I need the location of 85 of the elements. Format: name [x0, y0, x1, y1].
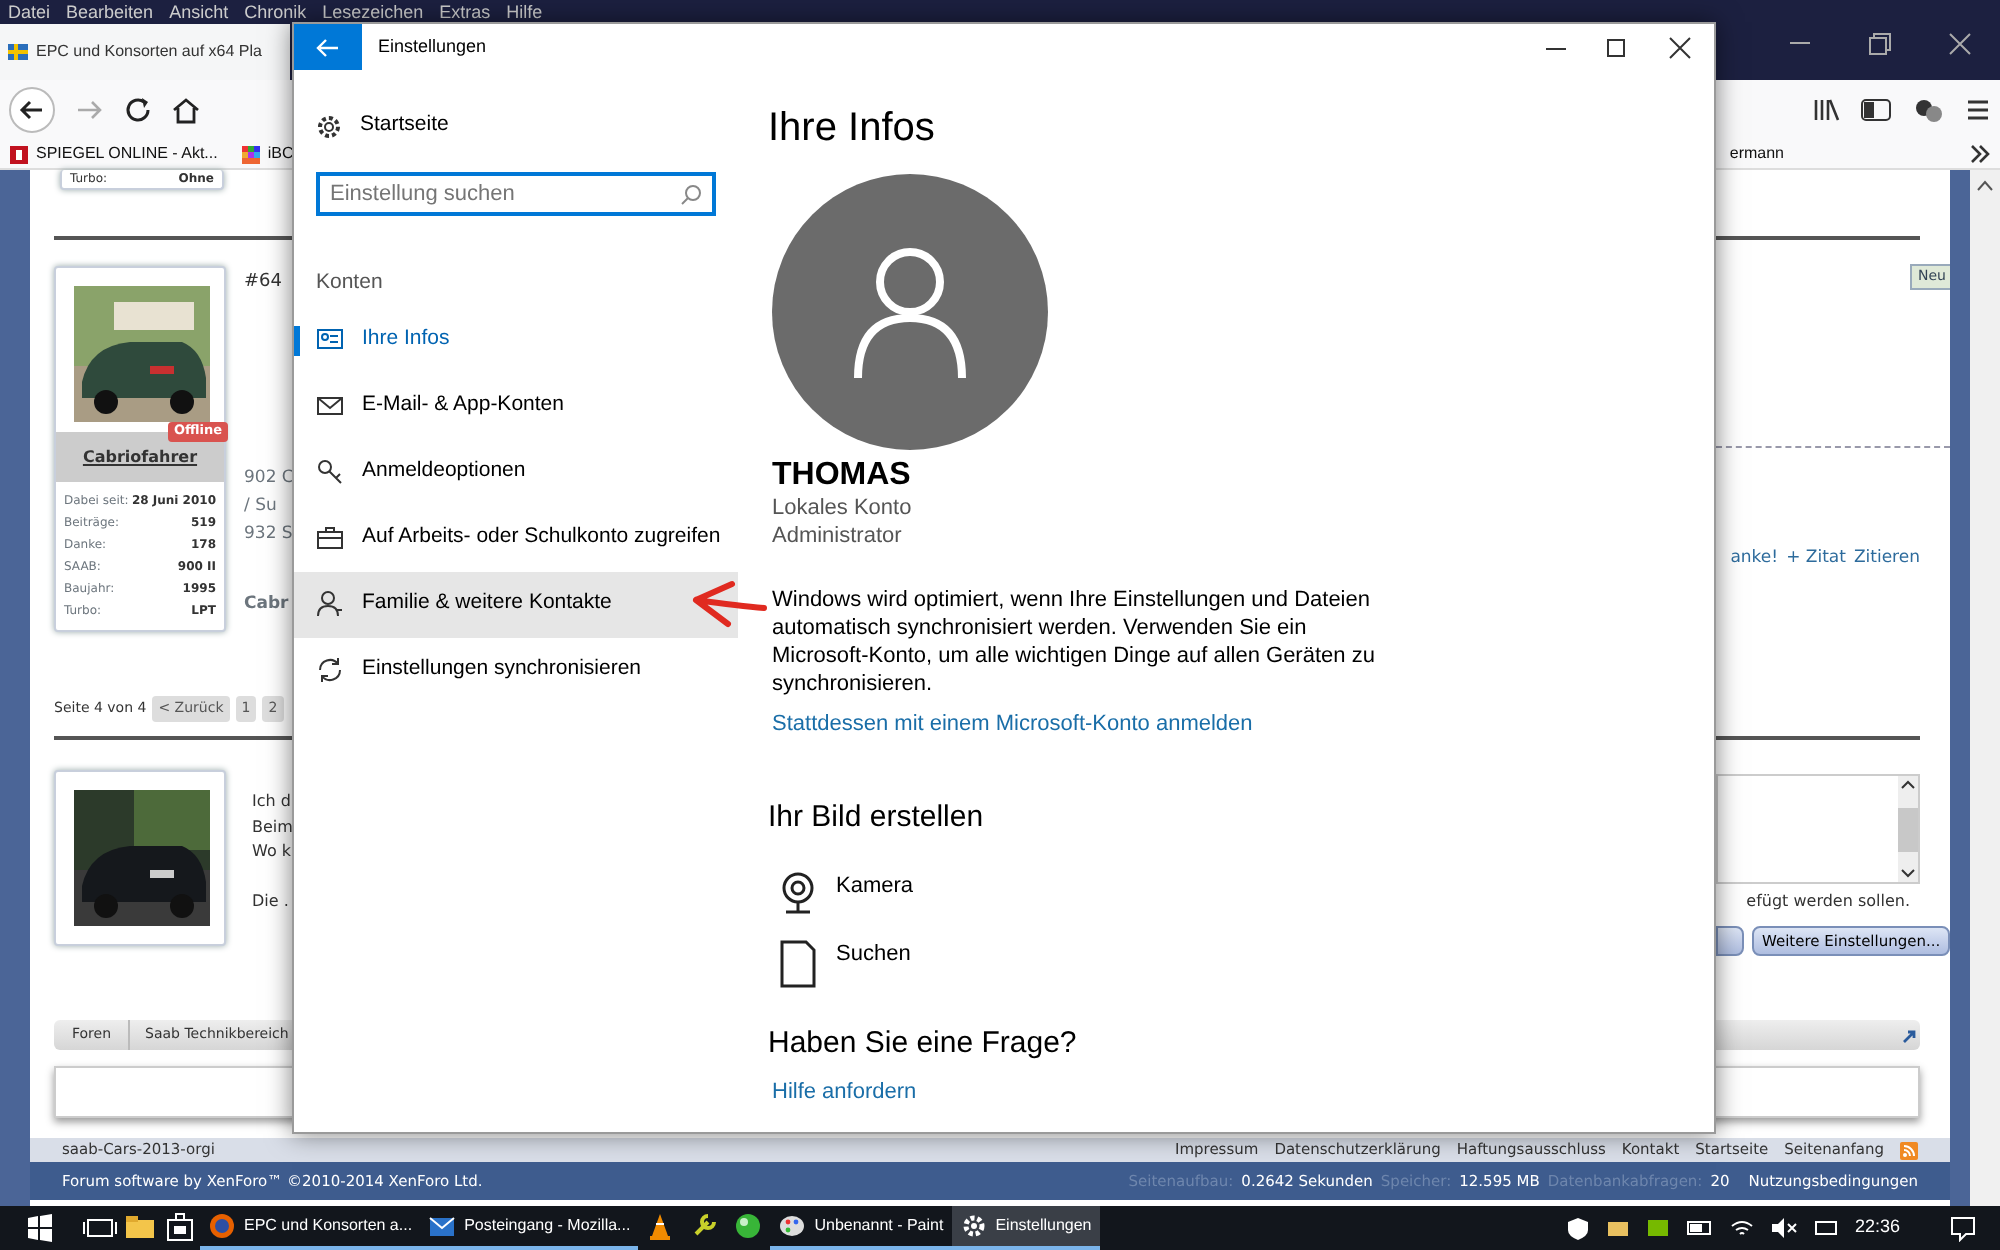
- traffic-cone-icon: [646, 1212, 675, 1240]
- home-icon[interactable]: [172, 96, 200, 124]
- nav-item[interactable]: Auf Arbeits- oder Schulkonto zugreifen: [294, 505, 738, 572]
- back-arrow-icon: [316, 37, 340, 57]
- search-field[interactable]: Einstellung suchen: [316, 172, 716, 216]
- wrench-icon: [690, 1212, 719, 1240]
- expand-icon[interactable]: [1900, 1025, 1920, 1045]
- battery-icon[interactable]: [1686, 1216, 1715, 1240]
- bookmark[interactable]: SPIEGEL ONLINE - Akt...: [10, 142, 218, 166]
- nav-item[interactable]: Anmeldeoptionen: [294, 439, 738, 506]
- overflow-icon[interactable]: [1968, 142, 1992, 166]
- menu-item[interactable]: Extras: [439, 0, 491, 24]
- tab-title: EPC und Konsorten auf x64 Pla: [36, 40, 262, 64]
- palette-icon: [778, 1212, 807, 1240]
- flag-icon: [8, 44, 28, 60]
- window-title: Einstellungen: [378, 33, 487, 60]
- nav-item[interactable]: Familie & weitere Kontakte: [294, 571, 738, 638]
- bookmark-icon: [241, 145, 260, 163]
- menu-item[interactable]: Datei: [8, 0, 51, 24]
- contact-card-icon: [316, 326, 344, 355]
- speaker-muted-icon[interactable]: [1770, 1216, 1799, 1240]
- menu-item[interactable]: Bearbeiten: [66, 0, 154, 24]
- post-action-link[interactable]: anke!: [1730, 545, 1779, 571]
- sidebar-icon[interactable]: [1860, 96, 1892, 124]
- bookmark[interactable]: ermann: [1729, 142, 1784, 166]
- key-icon: [316, 458, 344, 487]
- menu-item[interactable]: Chronik: [244, 0, 307, 24]
- message-text: Die .: [252, 890, 291, 914]
- picture-option[interactable]: Kamera: [776, 869, 914, 914]
- message-text: Ich d: [252, 790, 293, 814]
- back-icon[interactable]: [8, 86, 56, 134]
- page-heading: Ihre Infos: [768, 104, 935, 154]
- signature-text: / Su: [244, 493, 279, 519]
- browser-tab[interactable]: EPC und Konsorten auf x64 Pla: [0, 24, 290, 80]
- clock[interactable]: 22:36: [1854, 1214, 1900, 1242]
- info-paragraph: Windows wird optimiert, wenn Ihre Einstellungen und Dateien automatisch synchronisiert werden. Verwenden Sie ein Microsoft-Konto, um alle wichtigen Dinge auf allen Geräten zu synchronisieren.: [772, 585, 1377, 698]
- menu-item[interactable]: Ansicht: [169, 0, 229, 24]
- scrollbar[interactable]: [1898, 776, 1918, 882]
- settings-icon: [959, 1212, 988, 1240]
- nav-item[interactable]: Ihre Infos: [294, 307, 738, 374]
- taskbar-button[interactable]: Einstellungen: [951, 1206, 1100, 1250]
- settings-icon: [316, 113, 342, 139]
- bookmark-icon: [10, 145, 28, 163]
- microsoft-account-link[interactable]: Stattdessen mit einem Microsoft-Konto anmelden: [772, 707, 1253, 741]
- extension-icon[interactable]: [1912, 96, 1944, 124]
- section-heading: Ihr Bild erstellen: [768, 798, 984, 839]
- briefcase-icon: [316, 524, 344, 553]
- post-action-link[interactable]: + Zitat: [1786, 545, 1846, 571]
- hint-text: efügt werden sollen.: [1746, 890, 1910, 914]
- nav-item[interactable]: E-Mail- & App-Konten: [294, 373, 738, 440]
- scrollbar[interactable]: [1970, 170, 2000, 1206]
- search-icon: [680, 184, 702, 206]
- menu-item[interactable]: Lesezeichen: [322, 0, 424, 24]
- signature-text: 932 S: [244, 521, 292, 547]
- reload-icon[interactable]: [124, 96, 152, 124]
- bookmark[interactable]: iBC: [241, 142, 294, 166]
- person-icon: [850, 242, 970, 382]
- account-type: Lokales Konto: [772, 493, 912, 522]
- document-icon: [776, 937, 820, 990]
- sync-icon: [316, 656, 344, 685]
- scroll-down-icon[interactable]: [1898, 866, 1918, 882]
- menu-item[interactable]: Hilfe: [506, 0, 543, 24]
- message-text: Beim: [252, 815, 293, 839]
- home-link[interactable]: Startseite: [294, 104, 738, 148]
- author-name: Cabr: [244, 591, 291, 617]
- taskbar-button[interactable]: EPC und Konsorten a...: [200, 1206, 421, 1250]
- back-button[interactable]: [294, 24, 362, 70]
- person-icon: [316, 590, 344, 619]
- picture-option[interactable]: Suchen: [776, 937, 911, 990]
- post-action-link[interactable]: Zitieren: [1853, 545, 1920, 571]
- library-icon[interactable]: [1812, 96, 1840, 124]
- user-role: Administrator: [772, 521, 902, 550]
- scroll-up-icon[interactable]: [1898, 776, 1918, 792]
- user-name: THOMAS: [772, 458, 911, 494]
- nav-item[interactable]: Einstellungen synchronisieren: [294, 637, 738, 704]
- form-button[interactable]: [1716, 926, 1744, 956]
- menu-icon[interactable]: [1964, 96, 1992, 124]
- post-number: #64: [244, 270, 284, 296]
- taskbar-button[interactable]: Posteingang - Mozilla...: [420, 1206, 639, 1250]
- wifi-icon[interactable]: [1730, 1216, 1755, 1240]
- shield-icon[interactable]: [1566, 1216, 1591, 1240]
- help-link[interactable]: Hilfe anfordern: [772, 1076, 917, 1110]
- message-text: Wo k: [252, 840, 293, 864]
- section-heading: Haben Sie eine Frage?: [768, 1023, 1077, 1064]
- section-heading: Konten: [316, 268, 385, 298]
